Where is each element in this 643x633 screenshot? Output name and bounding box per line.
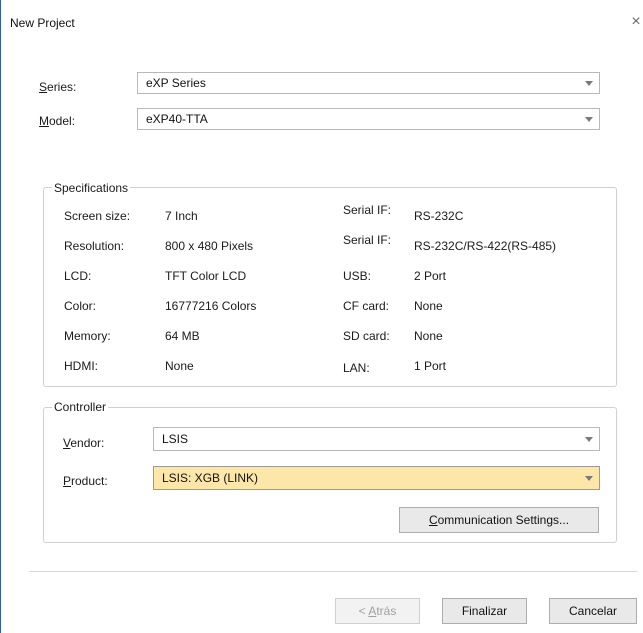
vendor-combobox[interactable]: LSIS: [153, 427, 600, 451]
specifications-title: Specifications: [52, 181, 131, 195]
product-value: LSIS: XGB (LINK): [162, 471, 259, 485]
product-label: Product:: [63, 474, 108, 488]
vendor-label: Vendor:: [63, 436, 105, 450]
spec-value: 2 Port: [414, 269, 447, 283]
spec-label: Color:: [64, 299, 97, 313]
spec-value: 7 Inch: [165, 209, 198, 223]
dialog-title: New Project: [10, 16, 75, 30]
finish-button[interactable]: Finalizar: [442, 598, 527, 624]
spec-label: SD card:: [343, 329, 390, 343]
footer-divider: [29, 571, 637, 572]
title-bar: New Project ×: [1, 0, 643, 38]
cancel-button[interactable]: Cancelar: [549, 598, 637, 624]
spec-value: None: [165, 359, 194, 373]
vendor-value: LSIS: [162, 432, 189, 446]
spec-value: None: [414, 299, 443, 313]
chevron-down-icon[interactable]: [580, 430, 598, 448]
spec-label: Memory:: [64, 329, 111, 343]
model-value: eXP40-TTA: [146, 112, 208, 126]
spec-value: RS-232C/RS-422(RS-485): [414, 239, 557, 253]
controller-title: Controller: [52, 400, 109, 414]
spec-label: Resolution:: [64, 239, 125, 253]
chevron-down-icon[interactable]: [580, 469, 598, 487]
spec-label: Serial IF:: [343, 203, 392, 217]
spec-value: TFT Color LCD: [165, 269, 247, 283]
new-project-dialog: New Project × Series: eXP Series Model: …: [0, 0, 643, 633]
spec-label: HDMI:: [64, 359, 98, 373]
model-label: Model:: [39, 114, 76, 128]
chevron-down-icon[interactable]: [580, 74, 598, 92]
spec-label: LAN:: [343, 361, 370, 375]
series-value: eXP Series: [146, 76, 206, 90]
series-combobox[interactable]: eXP Series: [137, 72, 600, 94]
spec-value: RS-232C: [414, 209, 464, 223]
spec-label: Serial IF:: [343, 233, 392, 247]
spec-value: 800 x 480 Pixels: [165, 239, 254, 253]
product-combobox[interactable]: LSIS: XGB (LINK): [153, 466, 600, 490]
model-combobox[interactable]: eXP40-TTA: [137, 108, 600, 130]
spec-value: 16777216 Colors: [165, 299, 257, 313]
spec-label: Screen size:: [64, 209, 131, 223]
spec-label: CF card:: [343, 299, 390, 313]
spec-value: None: [414, 329, 443, 343]
spec-value: 64 MB: [165, 329, 200, 343]
chevron-down-icon[interactable]: [580, 110, 598, 128]
spec-label: LCD:: [64, 269, 92, 283]
series-label: Series:: [39, 80, 77, 94]
back-button[interactable]: < Atrás: [335, 598, 420, 624]
spec-value: 1 Port: [414, 359, 447, 373]
communication-settings-button[interactable]: Communication Settings...: [399, 507, 599, 533]
spec-label: USB:: [343, 269, 372, 283]
close-icon[interactable]: ×: [628, 14, 643, 30]
